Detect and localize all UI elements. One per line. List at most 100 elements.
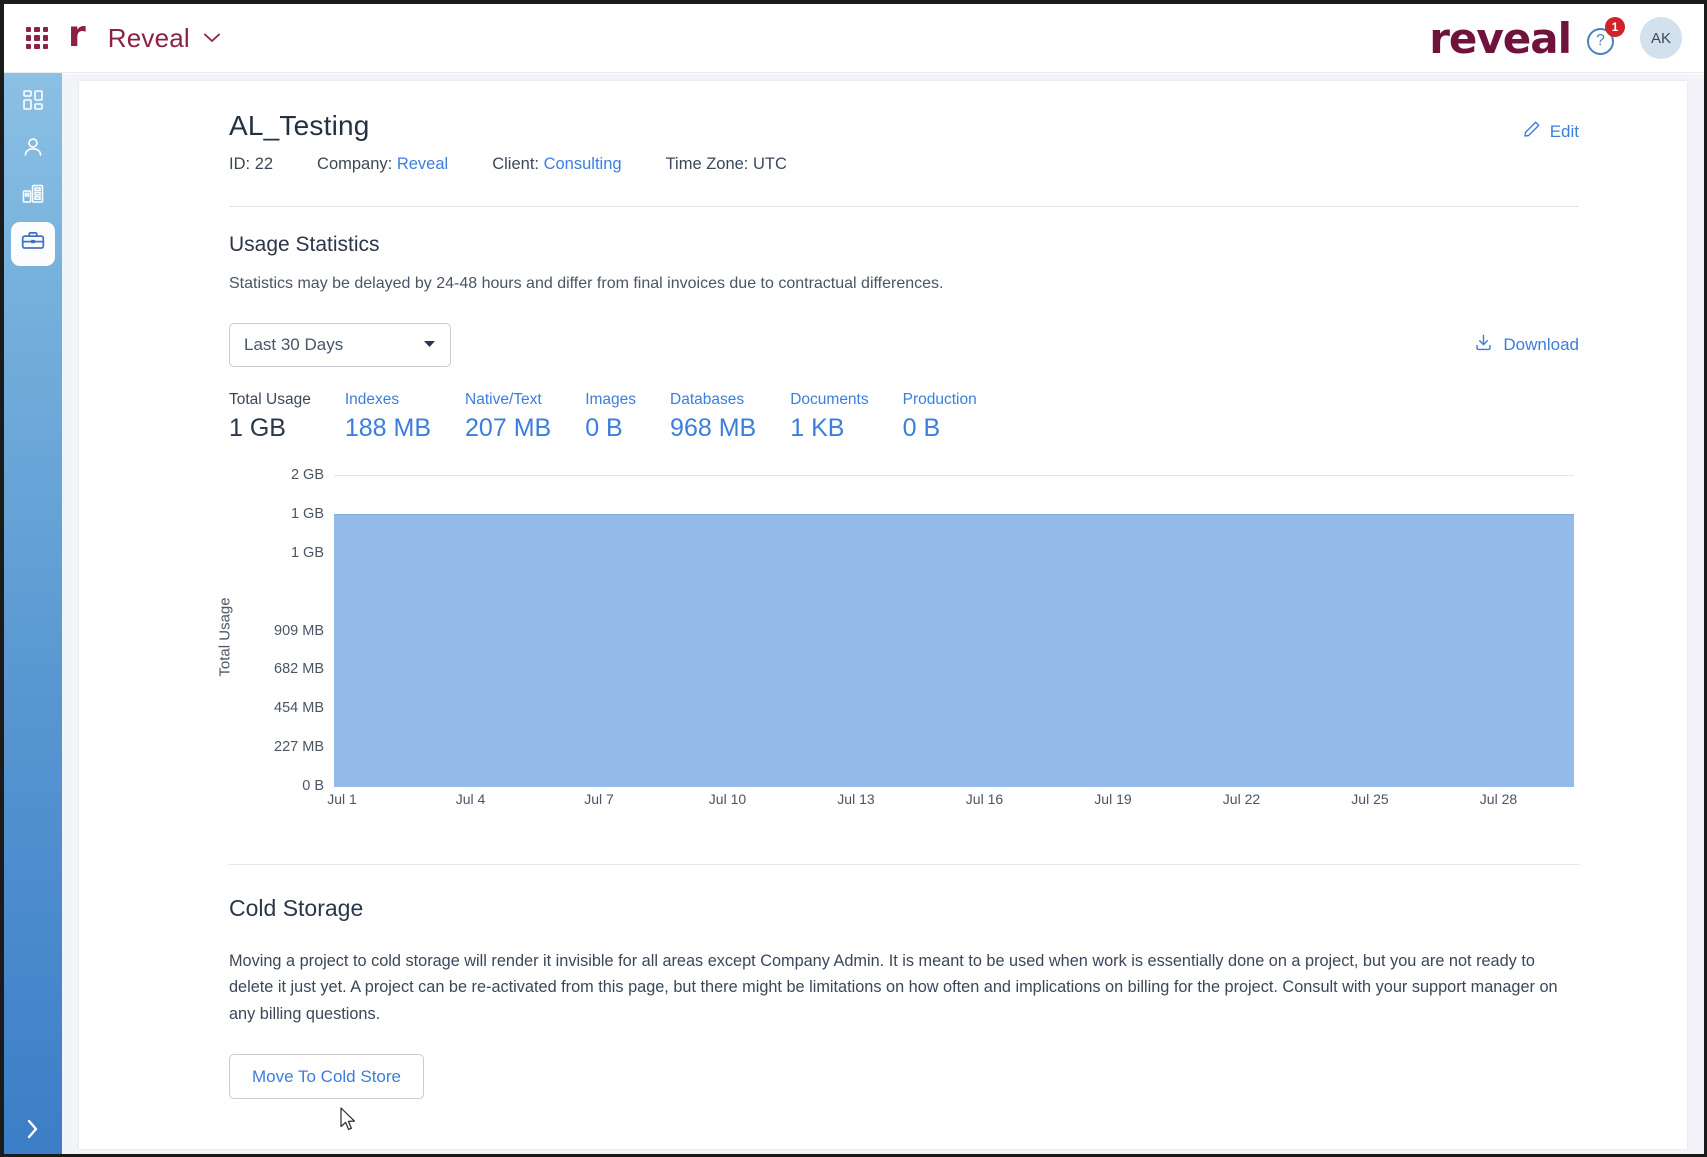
stat-value: 968 MB [670,414,756,443]
stat-label: Images [585,391,636,409]
project-meta: ID: 22 Company: Reveal Client: Consultin… [229,155,1579,174]
meta-id: ID: 22 [229,155,273,174]
stat-value: 0 B [903,414,977,443]
edit-button[interactable]: Edit [1523,120,1579,143]
move-to-cold-store-button[interactable]: Move To Cold Store [229,1054,424,1099]
chart-y-tick: 1 GB [291,506,324,522]
stat-label: Indexes [345,391,431,409]
meta-client-label: Client: [492,155,539,173]
usage-stats-row: Total Usage 1 GB Indexes 188 MB Native/T… [229,391,1579,443]
meta-client-value[interactable]: Consulting [544,155,622,173]
buildings-icon [21,182,45,211]
chart-x-tick: Jul 25 [1351,791,1388,807]
edit-button-label: Edit [1550,122,1579,142]
briefcase-icon [20,228,46,259]
chart-y-tick: 682 MB [274,661,324,677]
top-bar: r Reveal reveal ? 1 AK [4,4,1704,73]
chart-x-tick: Jul 19 [1094,791,1131,807]
chart-plot-area[interactable]: 2 GB1 GB1 GB909 MB682 MB454 MB227 MB0 BJ… [334,475,1574,786]
download-button[interactable]: Download [1474,333,1579,357]
stat-label: Documents [790,391,868,409]
reveal-logo: reveal [1429,14,1571,63]
chart-y-tick: 2 GB [291,467,324,483]
stat-label: Databases [670,391,756,409]
stat-value: 1 KB [790,414,868,443]
stat-native-text[interactable]: Native/Text 207 MB [465,391,551,443]
content-area: AL_Testing ID: 22 Company: Reveal Client… [62,74,1704,1157]
stat-databases[interactable]: Databases 968 MB [670,391,756,443]
sidebar-collapse-toggle[interactable] [4,1118,62,1140]
divider-cold-storage [229,864,1579,865]
meta-company-value[interactable]: Reveal [397,155,448,173]
chart-x-tick: Jul 13 [837,791,874,807]
cold-storage-title: Cold Storage [229,895,1579,922]
pencil-icon [1523,120,1550,143]
chart-y-tick: 454 MB [274,700,324,716]
usage-statistics-subtitle: Statistics may be delayed by 24-48 hours… [229,275,1579,293]
stat-indexes[interactable]: Indexes 188 MB [345,391,431,443]
chart-area-series [334,514,1574,787]
avatar[interactable]: AK [1640,17,1682,59]
sidebar-item-users[interactable] [4,126,62,173]
usage-statistics-title: Usage Statistics [229,233,1579,257]
project-header: AL_Testing ID: 22 Company: Reveal Client… [229,110,1579,174]
project-detail-inner: AL_Testing ID: 22 Company: Reveal Client… [229,110,1579,1099]
chart-y-tick: 227 MB [274,739,324,755]
chart-x-tick: Jul 4 [456,791,486,807]
meta-id-value: 22 [255,155,273,173]
stat-value: 0 B [585,414,636,443]
meta-company: Company: Reveal [317,155,448,174]
usage-controls-row: Last 30 Days Download [229,323,1579,367]
help-notification-badge: 1 [1605,17,1625,37]
stat-label: Total Usage [229,391,311,409]
top-bar-right: reveal ? 1 AK [1429,14,1682,63]
chart-x-tick: Jul 1 [327,791,357,807]
chart-x-tick: Jul 10 [709,791,746,807]
stat-value: 188 MB [345,414,431,443]
sidebar [4,73,62,1157]
stat-label: Native/Text [465,391,551,409]
stat-value: 1 GB [229,414,311,443]
page-title: AL_Testing [229,110,1579,142]
move-to-cold-store-label: Move To Cold Store [252,1067,401,1087]
chevron-down-icon[interactable] [204,28,220,48]
meta-client: Client: Consulting [492,155,621,174]
project-detail-card: AL_Testing ID: 22 Company: Reveal Client… [79,81,1687,1149]
chart-y-tick: 0 B [302,778,324,794]
divider-header [229,206,1579,207]
app-window: r Reveal reveal ? 1 AK [0,0,1707,1157]
download-button-label: Download [1503,335,1579,355]
date-range-select[interactable]: Last 30 Days [229,323,451,367]
dashboard-grid-icon [21,88,45,117]
meta-id-label: ID: [229,155,250,173]
chart-x-tick: Jul 7 [584,791,614,807]
stat-label: Production [903,391,977,409]
chart-y-axis-title: Total Usage [217,597,234,676]
chart-y-tick: 1 GB [291,545,324,561]
sidebar-item-companies[interactable] [4,173,62,220]
stat-total-usage: Total Usage 1 GB [229,391,311,443]
chart-x-tick: Jul 28 [1480,791,1517,807]
chevron-down-icon [423,339,436,351]
stat-value: 207 MB [465,414,551,443]
brand-name[interactable]: Reveal [108,23,190,54]
chart-y-tick: 909 MB [274,623,324,639]
chart-gridline [334,475,1574,476]
sidebar-item-projects[interactable] [4,220,62,267]
meta-timezone-label: Time Zone: [666,155,749,173]
cold-storage-paragraph: Moving a project to cold storage will re… [229,948,1574,1027]
stat-production[interactable]: Production 0 B [903,391,977,443]
stat-documents[interactable]: Documents 1 KB [790,391,868,443]
person-icon [21,135,45,164]
download-icon [1474,333,1503,357]
apps-grid-icon[interactable] [26,27,48,49]
stat-images[interactable]: Images 0 B [585,391,636,443]
help-button[interactable]: ? 1 [1587,28,1614,55]
sidebar-item-dashboard[interactable] [4,79,62,126]
date-range-value: Last 30 Days [244,335,343,355]
meta-timezone: Time Zone: UTC [666,155,787,174]
usage-chart: Total Usage 2 GB1 GB1 GB909 MB682 MB454 … [229,467,1574,812]
meta-timezone-value: UTC [753,155,787,173]
meta-company-label: Company: [317,155,392,173]
chart-x-tick: Jul 16 [966,791,1003,807]
